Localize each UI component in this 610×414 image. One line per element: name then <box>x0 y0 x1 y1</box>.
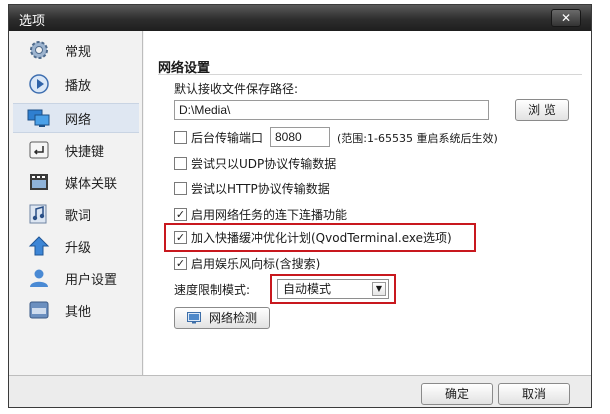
save-path-input[interactable]: D:\Media\ <box>174 100 489 120</box>
sidebar-item-label: 快捷键 <box>65 144 105 160</box>
sidebar-item-label: 网络 <box>65 112 92 128</box>
entertain-row: ✓ 启用娱乐风向标(含搜索) <box>174 254 320 272</box>
sidebar-item-label: 媒体关联 <box>65 176 118 192</box>
buffer-plan-checkbox[interactable]: ✓ <box>174 230 187 244</box>
sidebar-item-label: 升级 <box>65 240 92 256</box>
ok-button[interactable]: 确定 <box>421 383 493 405</box>
browse-button[interactable]: 浏 览 <box>515 99 569 121</box>
play-icon <box>27 72 51 96</box>
sidebar: 常规 播放 网络 快捷键 媒体关联 歌词 升级 用户设置 其他 <box>9 31 143 375</box>
http-row: 尝试以HTTP协议传输数据 <box>174 179 330 197</box>
bg-port-checkbox[interactable] <box>174 130 187 144</box>
sidebar-item-general[interactable]: 常规 <box>13 35 139 65</box>
udp-row: 尝试只以UDP协议传输数据 <box>174 154 336 172</box>
continuous-checkbox[interactable]: ✓ <box>174 207 187 221</box>
dialog-footer: 确定 取消 <box>9 375 591 407</box>
film-icon <box>27 170 51 194</box>
title-bar: 选项 ✕ <box>9 5 591 31</box>
sidebar-item-label: 其他 <box>65 304 92 320</box>
sidebar-item-shortcuts[interactable]: 快捷键 <box>13 135 139 165</box>
sidebar-item-label: 歌词 <box>65 208 92 224</box>
http-only-label: 尝试以HTTP协议传输数据 <box>191 181 330 196</box>
entertain-checkbox[interactable]: ✓ <box>174 256 187 270</box>
bg-port-input[interactable]: 8080 <box>270 127 330 147</box>
buffer-plan-row: ✓ 加入快播缓冲优化计划(QvodTerminal.exe选项) <box>174 228 452 246</box>
sidebar-item-other[interactable]: 其他 <box>13 295 139 325</box>
network-icon <box>27 106 51 130</box>
monitor-icon <box>186 312 201 324</box>
close-icon: ✕ <box>560 11 572 25</box>
up-arrow-icon <box>27 234 51 258</box>
bg-port-label: 后台传输端口 <box>191 130 264 145</box>
speed-limit-label: 速度限制模式: <box>174 283 251 297</box>
continuous-row: ✓ 启用网络任务的连下连播功能 <box>174 205 347 223</box>
music-note-icon <box>27 202 51 226</box>
enter-key-icon <box>27 138 51 162</box>
sidebar-item-network[interactable]: 网络 <box>13 103 139 133</box>
network-detect-button[interactable]: 网络检测 <box>174 307 270 329</box>
udp-only-label: 尝试只以UDP协议传输数据 <box>191 156 337 171</box>
sidebar-item-user-settings[interactable]: 用户设置 <box>13 263 139 293</box>
sidebar-item-upgrade[interactable]: 升级 <box>13 231 139 261</box>
sidebar-item-label: 常规 <box>65 44 92 60</box>
udp-only-checkbox[interactable] <box>174 156 187 170</box>
gear-icon <box>27 38 51 62</box>
buffer-plan-label: 加入快播缓冲优化计划(QvodTerminal.exe选项) <box>191 230 452 245</box>
speed-limit-select[interactable]: 自动模式 ▼ <box>277 279 389 299</box>
options-dialog: 选项 ✕ 常规 播放 网络 快捷键 媒体关联 歌词 升级 用户设置 其他 网络设… <box>8 4 592 408</box>
sidebar-item-label: 播放 <box>65 78 92 94</box>
window-title: 选项 <box>19 14 46 29</box>
http-only-checkbox[interactable] <box>174 181 187 195</box>
chevron-down-icon: ▼ <box>372 282 386 296</box>
user-icon <box>27 266 51 290</box>
close-button[interactable]: ✕ <box>551 9 581 27</box>
network-detect-label: 网络检测 <box>208 311 257 325</box>
section-divider <box>158 74 582 75</box>
sidebar-item-lyrics[interactable]: 歌词 <box>13 199 139 229</box>
sidebar-item-playback[interactable]: 播放 <box>13 69 139 99</box>
sidebar-item-media-assoc[interactable]: 媒体关联 <box>13 167 139 197</box>
bg-port-hint: (范围:1-65535 重启系统后生效) <box>337 132 498 145</box>
sidebar-item-label: 用户设置 <box>65 272 118 288</box>
network-settings-panel: 网络设置 默认接收文件保存路径: D:\Media\ 浏 览 后台传输端口 80… <box>144 31 591 375</box>
bg-port-row: 后台传输端口 <box>174 128 263 146</box>
continuous-label: 启用网络任务的连下连播功能 <box>191 207 348 222</box>
entertain-label: 启用娱乐风向标(含搜索) <box>191 256 321 271</box>
speed-limit-value: 自动模式 <box>283 282 332 296</box>
cancel-button[interactable]: 取消 <box>498 383 570 405</box>
etc-icon <box>27 298 51 322</box>
save-path-label: 默认接收文件保存路径: <box>174 82 299 96</box>
